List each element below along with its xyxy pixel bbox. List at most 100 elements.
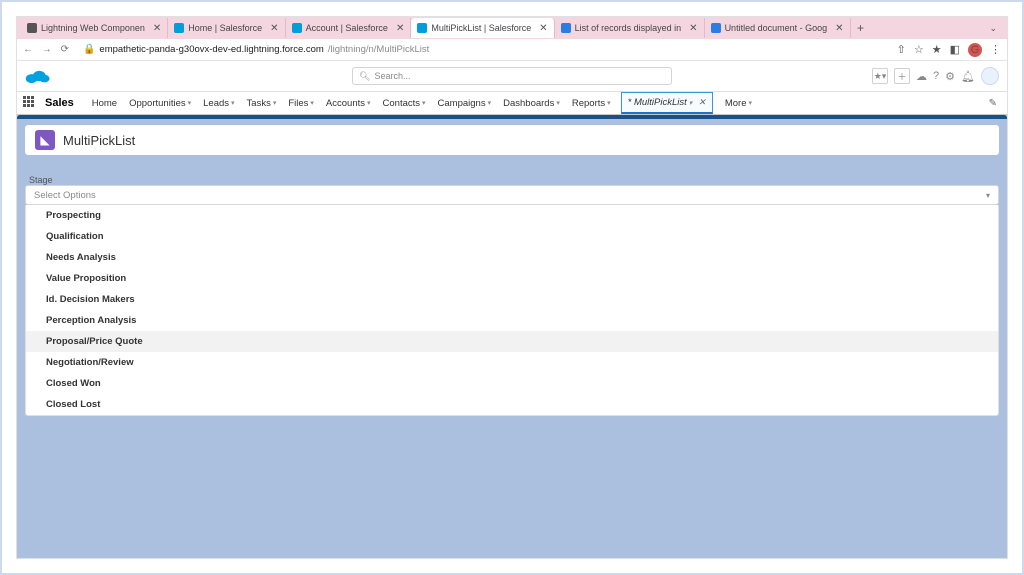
chevron-down-icon: ▾ [273,99,277,107]
chevron-down-icon: ▾ [188,99,192,107]
help-icon[interactable]: ? [933,70,939,82]
avatar[interactable] [981,67,999,85]
share-icon[interactable]: ⇧ [897,43,906,56]
close-icon[interactable]: ✕ [153,23,161,34]
stage-option[interactable]: Needs Analysis [26,247,998,268]
close-icon[interactable]: ✕ [689,23,697,34]
reload-icon[interactable]: ⟳ [61,44,69,55]
lock-icon: 🔒 [83,44,95,55]
stage-option[interactable]: Closed Lost [26,394,998,415]
nav-item-opportunities[interactable]: Opportunities▾ [123,92,197,114]
new-tab-button[interactable]: + [851,21,871,35]
chevron-down-icon: ▾ [748,99,752,107]
chevron-down-icon: ▾ [488,99,492,107]
nav-item-label: Opportunities [129,98,186,109]
chevron-down-icon: ▾ [367,99,371,107]
profile-badge[interactable]: G [968,43,982,57]
app-header: 🔍︎ Search... ★▾ ＋ ☁ ? ⚙ 🔔︎ [17,61,1007,91]
nav-bar: Sales HomeOpportunities▾Leads▾Tasks▾File… [17,91,1007,115]
forward-icon[interactable]: → [42,44,52,55]
close-icon[interactable]: ✕ [270,23,278,34]
extension-icon[interactable]: ★ [932,43,942,56]
stage-option[interactable]: Prospecting [26,205,998,226]
page-header: ◣ MultiPickList [25,125,999,155]
tab-label: Home | Salesforce [188,23,262,33]
favicon [711,23,721,33]
nav-item-label: Accounts [326,98,365,109]
nav-item-accounts[interactable]: Accounts▾ [320,92,377,114]
nav-item-reports[interactable]: Reports▾ [566,92,617,114]
bell-icon[interactable]: 🔔︎ [961,70,975,83]
stage-option[interactable]: Proposal/Price Quote [26,331,998,352]
nav-item-label: Tasks [247,98,271,109]
stage-option[interactable]: Id. Decision Makers [26,289,998,310]
bookmark-icon[interactable]: ☆ [914,43,924,56]
chevron-down-icon: ▾ [986,191,990,200]
close-icon[interactable]: ✕ [396,23,404,34]
stage-combobox[interactable]: Select Options ▾ [25,185,999,205]
tab-label: MultiPickList | Salesforce [431,23,531,33]
favicon [27,23,37,33]
nav-item-label: Leads [203,98,229,109]
url-path: /lightning/n/MultiPickList [328,44,429,55]
favicon [292,23,302,33]
page-content: ◣ MultiPickList Stage Select Options ▾ P… [17,115,1007,558]
favicon [417,23,427,33]
component-icon: ◣ [35,130,55,150]
stage-option[interactable]: Value Proposition [26,268,998,289]
stage-option[interactable]: Negotiation/Review [26,352,998,373]
chevron-down-icon: ▾ [422,99,426,107]
search-placeholder: Search... [374,71,410,81]
back-icon[interactable]: ← [23,44,33,55]
nav-item-files[interactable]: Files▾ [282,92,320,114]
nav-tab-multipicklist[interactable]: * MultiPickList ▾ ✕ [621,92,713,114]
nav-more[interactable]: More ▾ [719,92,758,114]
browser-url-bar: ← → ⟳ 🔒 empathetic-panda-g30ovx-dev-ed.l… [17,39,1007,61]
nav-item-label: Home [92,98,117,109]
browser-tab[interactable]: Home | Salesforce ✕ [168,18,285,38]
stage-option[interactable]: Perception Analysis [26,310,998,331]
stage-option[interactable]: Qualification [26,226,998,247]
stage-option[interactable]: Closed Won [26,373,998,394]
close-icon[interactable]: ✕ [698,97,706,108]
browser-tab[interactable]: Account | Salesforce✕ [286,18,412,38]
share-icon[interactable]: ☁ [916,70,927,83]
tab-label: Untitled document - Goog [725,23,828,33]
stage-label: Stage [29,175,999,185]
favicon [561,23,571,33]
close-icon[interactable]: ✕ [539,23,547,34]
combobox-placeholder: Select Options [34,190,96,201]
nav-item-label: Contacts [383,98,421,109]
nav-item-leads[interactable]: Leads▾ [197,92,240,114]
favicon [174,23,184,33]
kebab-icon[interactable]: ⋮ [990,43,1001,56]
nav-item-label: Files [288,98,308,109]
nav-item-campaigns[interactable]: Campaigns▾ [432,92,498,114]
close-icon[interactable]: ✕ [835,23,843,34]
nav-item-tasks[interactable]: Tasks▾ [241,92,283,114]
search-icon: 🔍︎ [359,71,370,82]
chevron-down-icon: ▾ [556,99,560,107]
chevron-down-icon: ▾ [607,99,611,107]
tab-label: Lightning Web Componen [41,23,145,33]
url-field[interactable]: 🔒 empathetic-panda-g30ovx-dev-ed.lightni… [83,44,889,55]
favorite-button[interactable]: ★▾ [872,68,888,84]
nav-item-contacts[interactable]: Contacts▾ [377,92,432,114]
browser-tab[interactable]: Lightning Web Componen ✕ [21,18,168,38]
global-search[interactable]: 🔍︎ Search... [352,67,672,85]
browser-tab[interactable]: MultiPickList | Salesforce ✕ [411,18,554,38]
gear-icon[interactable]: ⚙ [945,70,955,83]
tab-label: List of records displayed in [575,23,682,33]
browser-tab[interactable]: Untitled document - Goog ✕ [705,18,851,38]
nav-item-dashboards[interactable]: Dashboards▾ [497,92,566,114]
app-launcher-icon[interactable] [23,96,37,110]
nav-item-label: Campaigns [438,98,486,109]
edit-nav-icon[interactable]: ✎ [989,98,997,109]
add-button[interactable]: ＋ [894,68,910,84]
tab-overflow-icon[interactable]: ⌄ [989,23,1003,34]
chevron-down-icon: ▾ [310,99,314,107]
browser-tab[interactable]: List of records displayed in ✕ [555,18,705,38]
panel-icon[interactable]: ◧ [950,43,960,56]
nav-item-home[interactable]: Home [86,92,123,114]
salesforce-logo [25,67,51,85]
